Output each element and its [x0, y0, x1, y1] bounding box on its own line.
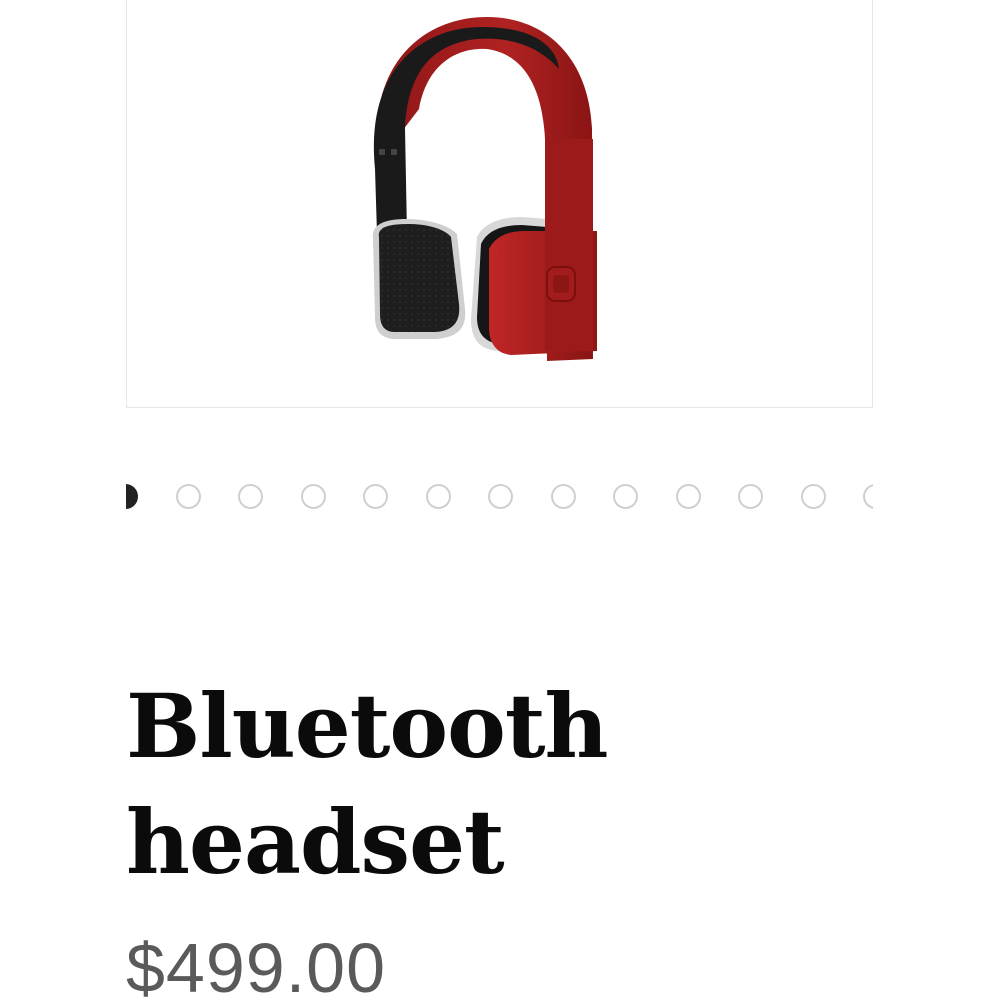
- carousel-dot[interactable]: [425, 484, 451, 509]
- carousel-dot[interactable]: [126, 484, 138, 509]
- carousel-dot[interactable]: [363, 484, 388, 509]
- carousel-dots: [126, 482, 873, 514]
- carousel-dot[interactable]: [675, 484, 701, 509]
- carousel-dot[interactable]: [550, 484, 576, 509]
- product-title: Bluetooth headset: [126, 674, 608, 894]
- headphones-image: [372, 17, 597, 361]
- carousel-dot[interactable]: [613, 484, 638, 509]
- product-image-frame[interactable]: [126, 0, 873, 408]
- product-price: $499.00: [126, 929, 387, 1007]
- carousel-dot[interactable]: [863, 484, 873, 509]
- carousel-dot[interactable]: [738, 484, 763, 509]
- carousel-dot[interactable]: [488, 484, 513, 509]
- carousel-dot[interactable]: [300, 484, 326, 509]
- carousel-dot[interactable]: [175, 484, 201, 509]
- carousel-dot[interactable]: [800, 484, 826, 509]
- carousel-dot[interactable]: [238, 484, 263, 509]
